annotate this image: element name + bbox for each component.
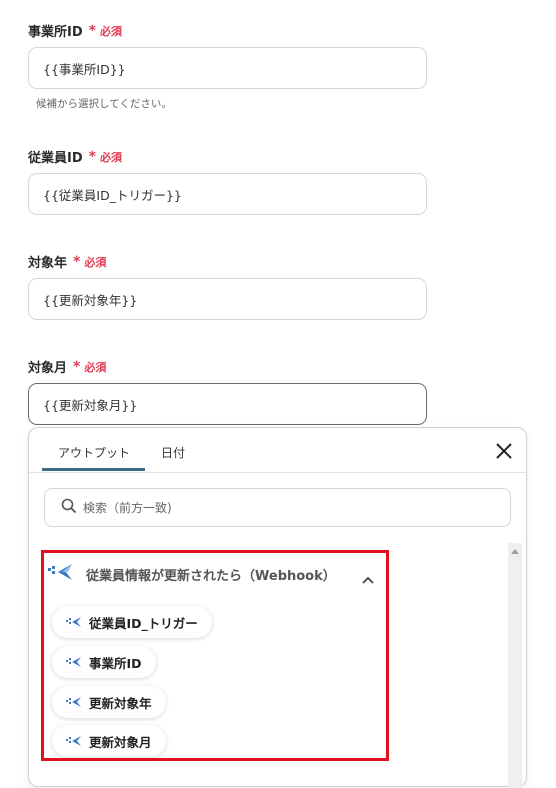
close-icon[interactable] — [494, 441, 514, 461]
field-label-office-id: 事業所ID * 必須 — [28, 21, 122, 41]
search-icon — [61, 498, 77, 517]
tab-output[interactable]: アウトプット — [58, 444, 130, 461]
scrollbar[interactable] — [508, 543, 522, 788]
highlight-box — [41, 550, 389, 761]
label-text: 従業員ID — [28, 151, 83, 166]
target-month-field[interactable]: {{更新対象月}} — [28, 383, 427, 425]
target-month-value: {{更新対象月}} — [43, 397, 138, 413]
required-text: 必須 — [99, 24, 122, 38]
active-tab-indicator — [42, 468, 145, 471]
required-star: * — [88, 148, 96, 165]
target-year-value: {{更新対象年}} — [43, 292, 138, 308]
search-input[interactable]: 検索（前方一致) — [44, 488, 511, 527]
employee-id-value: {{従業員ID_トリガー}} — [43, 187, 182, 203]
field-label-target-year: 対象年 * 必須 — [28, 252, 107, 272]
search-placeholder: 検索（前方一致) — [83, 501, 172, 515]
label-text: 事業所ID — [28, 25, 83, 40]
required-text: 必須 — [84, 255, 107, 269]
field-label-target-month: 対象月 * 必須 — [28, 357, 107, 377]
tab-date[interactable]: 日付 — [161, 444, 185, 461]
required-text: 必須 — [99, 150, 122, 164]
required-text: 必須 — [84, 360, 107, 374]
office-id-field[interactable]: {{事業所ID}} — [28, 47, 427, 89]
office-id-value: {{事業所ID}} — [43, 61, 126, 77]
target-year-field[interactable]: {{更新対象年}} — [28, 278, 427, 320]
required-star: * — [88, 22, 96, 39]
office-id-hint: 候補から選択してください。 — [36, 98, 172, 110]
field-label-employee-id: 従業員ID * 必須 — [28, 147, 122, 167]
employee-id-field[interactable]: {{従業員ID_トリガー}} — [28, 173, 427, 215]
panel-tabs: アウトプット 日付 — [29, 428, 526, 473]
label-text: 対象年 — [28, 256, 68, 271]
scroll-up-arrow-icon[interactable] — [511, 549, 519, 554]
label-text: 対象月 — [28, 361, 68, 376]
required-star: * — [73, 358, 81, 375]
required-star: * — [73, 253, 81, 270]
